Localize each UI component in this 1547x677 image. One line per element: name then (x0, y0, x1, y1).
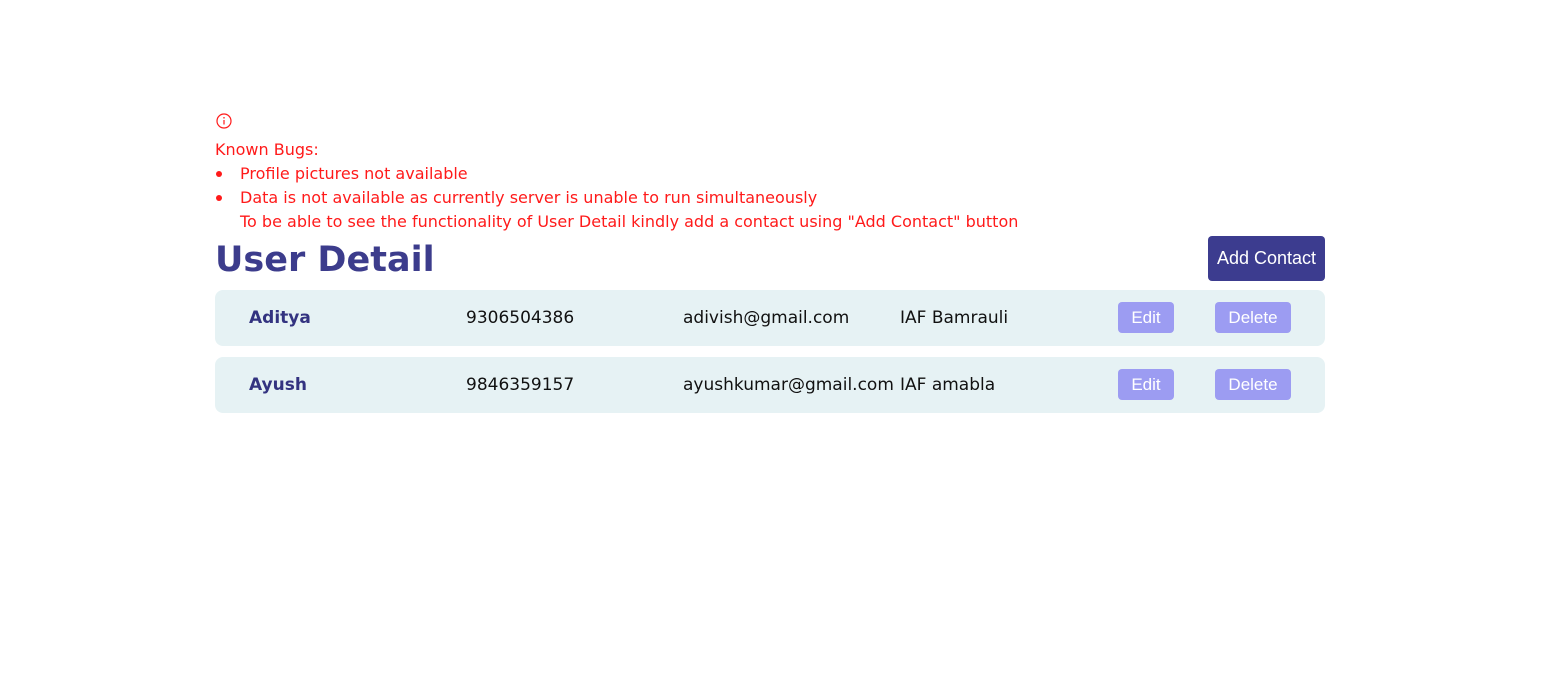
page-header: User Detail Add Contact (215, 236, 1325, 290)
contact-name: Aditya (249, 308, 311, 328)
known-bugs-notice: Known Bugs: Profile pictures not availab… (215, 112, 1325, 234)
bug-item: Data is not available as currently serve… (216, 186, 1325, 210)
add-contact-button[interactable]: Add Contact (1208, 236, 1325, 281)
contact-email: ayushkumar@gmail.com (683, 375, 894, 395)
contact-address: IAF Bamrauli (900, 308, 1009, 328)
bug-item: Profile pictures not available (216, 162, 1325, 186)
main-container: Known Bugs: Profile pictures not availab… (215, 112, 1325, 424)
known-bugs-title: Known Bugs: (215, 140, 319, 159)
contact-address: IAF amabla (900, 375, 996, 395)
edit-button[interactable]: Edit (1118, 369, 1174, 400)
known-bugs-list: Profile pictures not available Data is n… (215, 162, 1325, 234)
contact-name: Ayush (249, 375, 307, 395)
contact-phone: 9846359157 (466, 375, 575, 395)
contact-row: Aditya 9306504386 adivish@gmail.com IAF … (215, 290, 1325, 346)
contact-phone: 9306504386 (466, 308, 575, 328)
info-circle-icon (216, 113, 232, 129)
contact-list: Aditya 9306504386 adivish@gmail.com IAF … (215, 290, 1325, 413)
edit-button[interactable]: Edit (1118, 302, 1174, 333)
bug-note: To be able to see the functionality of U… (240, 212, 1019, 231)
contact-email: adivish@gmail.com (683, 308, 850, 328)
contact-row: Ayush 9846359157 ayushkumar@gmail.com IA… (215, 357, 1325, 413)
delete-button[interactable]: Delete (1215, 369, 1291, 400)
delete-button[interactable]: Delete (1215, 302, 1291, 333)
page-title: User Detail (215, 240, 435, 280)
